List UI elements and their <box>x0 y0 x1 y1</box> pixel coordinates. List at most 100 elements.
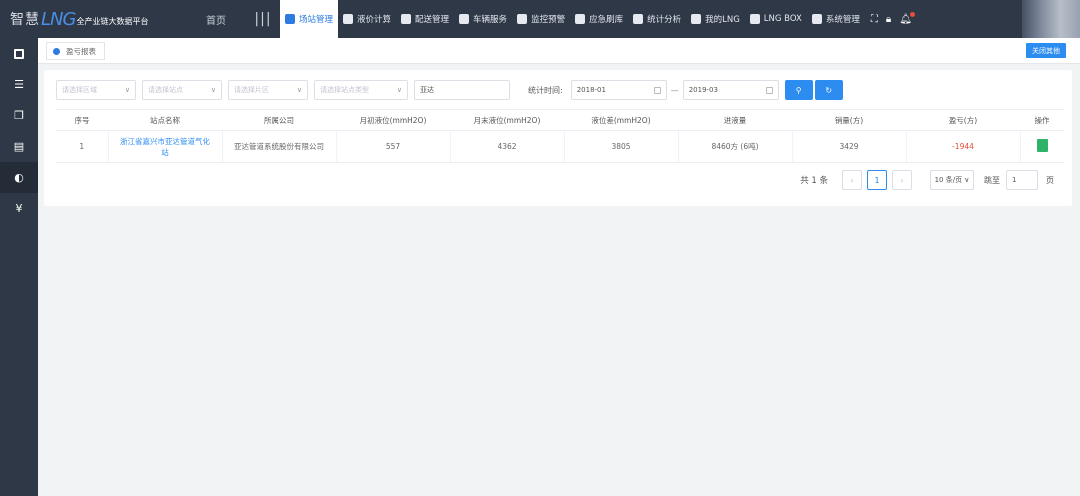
chevron-down-icon: ∨ <box>210 86 216 94</box>
active-dot-icon <box>53 47 60 55</box>
keyword-input[interactable]: 亚达 <box>414 80 510 100</box>
col-header: 所属公司 <box>222 109 336 131</box>
box-icon <box>749 14 760 24</box>
page-1-button[interactable]: 1 <box>867 170 887 190</box>
col-header: 液位差(mmH2O) <box>564 109 678 131</box>
tab-profit-report[interactable]: 盈亏报表 <box>46 42 105 60</box>
search-button[interactable]: ⚲ <box>784 80 813 100</box>
station-type-select[interactable]: 请选择站点类型 ∨ <box>314 80 408 100</box>
station-select[interactable]: 请选择站点 ∨ <box>142 80 222 100</box>
layers-icon <box>285 14 295 24</box>
nav-item-monitoring[interactable]: 监控预警 <box>512 0 570 38</box>
cell-action <box>1020 130 1064 163</box>
bell-icon[interactable]: 🔔︎ <box>899 11 915 25</box>
nav-item-emergency[interactable]: 应急刷库 <box>570 0 628 38</box>
nav-item-lng-box[interactable]: LNG BOX <box>745 0 807 38</box>
date-from-picker[interactable]: 2018-01 <box>570 80 667 100</box>
monitor-icon <box>517 14 528 24</box>
nav-item-system[interactable]: 系统管理 <box>807 0 865 38</box>
tab-strip: 盈亏报表 关闭其他 <box>38 38 1080 64</box>
sidebar: ☰ ❐ ▤ ◐ ¥ <box>0 38 38 496</box>
nav-item-statistics[interactable]: 统计分析 <box>628 0 686 38</box>
square-icon <box>14 48 24 59</box>
user-avatar[interactable] <box>1022 0 1080 38</box>
chevron-down-icon: ∨ <box>296 86 302 94</box>
cell-company: 亚达管道系统股份有限公司 <box>222 130 337 163</box>
windows-icon <box>811 14 822 24</box>
list-icon: ☰ <box>14 78 24 91</box>
cell-start-level: 557 <box>336 130 451 163</box>
jump-label: 跳至 <box>984 175 1000 185</box>
copy-icon: ❐ <box>14 109 24 122</box>
calendar-icon <box>653 86 661 94</box>
cell-end-level: 4362 <box>450 130 565 163</box>
col-header: 进液量 <box>678 109 792 131</box>
nav-item-my-lng[interactable]: 我的LNG <box>686 0 745 38</box>
station-name-link[interactable]: 浙江省嘉兴市亚达管道气化站 <box>108 130 223 163</box>
sidebar-item-dashboard[interactable] <box>0 38 38 69</box>
fullscreen-icon[interactable]: ⛶ <box>871 14 878 25</box>
cell-index: 1 <box>56 130 109 163</box>
sidebar-item-copy[interactable]: ❐ <box>0 100 38 131</box>
top-navbar: 智慧 LNG 全产业链大数据平台 首页 ||| 场站管理 液价计算 配送管理 车… <box>0 0 1080 38</box>
user-icon <box>691 14 702 24</box>
date-to-picker[interactable]: 2019-03 <box>682 80 779 100</box>
notification-dot <box>909 11 915 17</box>
col-header: 站点名称 <box>108 109 222 131</box>
lock-icon[interactable]: 🔒︎ <box>886 14 891 25</box>
region-select[interactable]: 请选择区域 ∨ <box>56 80 136 100</box>
profit-report-table: 序号 站点名称 所属公司 月初液位(mmH2O) 月末液位(mmH2O) 液位差… <box>56 109 1064 163</box>
cell-profit: -1944 <box>906 130 1021 163</box>
cell-level-diff: 3805 <box>564 130 679 163</box>
table-header-row: 序号 站点名称 所属公司 月初液位(mmH2O) 月末液位(mmH2O) 液位差… <box>56 109 1064 131</box>
col-header: 月末液位(mmH2O) <box>450 109 564 131</box>
prev-page-button[interactable]: ‹ <box>842 170 862 190</box>
sidebar-item-document[interactable]: ▤ <box>0 131 38 162</box>
total-count: 共 1 条 <box>800 176 828 186</box>
yen-icon: ¥ <box>15 202 23 215</box>
close-others-button[interactable]: 关闭其他 <box>1026 43 1066 58</box>
nav-item-vehicle-service[interactable]: 车辆服务 <box>454 0 512 38</box>
next-page-button[interactable]: › <box>892 170 912 190</box>
page-suffix: 页 <box>1046 175 1054 185</box>
refresh-icon: ↻ <box>825 85 833 95</box>
col-header: 序号 <box>56 109 108 131</box>
stat-time-label: 统计时间: <box>528 85 563 95</box>
emergency-icon <box>575 14 586 24</box>
col-header: 盈亏(方) <box>906 109 1020 131</box>
cell-intake: 8460方 (6吨) <box>678 130 793 163</box>
detail-document-icon[interactable] <box>1036 138 1048 152</box>
jump-page-input[interactable]: 1 <box>1006 170 1038 190</box>
sidebar-item-list[interactable]: ☰ <box>0 69 38 100</box>
col-header: 操作 <box>1020 109 1064 131</box>
brand-subtitle: 全产业链大数据平台 <box>76 16 149 26</box>
chevron-down-icon: ∨ <box>396 86 402 94</box>
car-icon <box>459 14 470 24</box>
nav-item-price-calc[interactable]: 液价计算 <box>338 0 396 38</box>
brand-en: LNG <box>41 8 76 30</box>
nav-item-station-management[interactable]: 场站管理 <box>280 0 339 38</box>
chevron-down-icon: ∨ <box>124 86 130 94</box>
brand-cn: 智慧 <box>10 12 40 28</box>
sidebar-item-finance[interactable]: ¥ <box>0 193 38 224</box>
col-header: 销量(方) <box>792 109 906 131</box>
cell-sales: 3429 <box>792 130 907 163</box>
brand-logo[interactable]: 智慧 LNG 全产业链大数据平台 <box>0 0 186 38</box>
menu-toggle-icon[interactable]: ||| <box>246 11 280 27</box>
nav-item-delivery[interactable]: 配送管理 <box>396 0 454 38</box>
contrast-icon: ◐ <box>14 171 24 184</box>
date-separator: — <box>670 85 679 95</box>
pagination: 共 1 条 ‹ 1 › 10 条/页 ∨ 跳至 1 页 <box>800 170 1054 190</box>
nav-home[interactable]: 首页 <box>186 12 246 27</box>
main-nav: 场站管理 液价计算 配送管理 车辆服务 监控预警 应急刷库 统计分析 我的LNG… <box>280 0 865 38</box>
refresh-button[interactable]: ↻ <box>814 80 843 100</box>
top-icons: ⛶ 🔒︎ 🔔︎ <box>871 11 915 25</box>
calculator-icon <box>343 14 354 24</box>
search-icon: ⚲ <box>795 85 802 95</box>
sidebar-item-contrast[interactable]: ◐ <box>0 162 38 193</box>
truck-icon <box>401 14 412 24</box>
report-card: 请选择区域 ∨ 请选择站点 ∨ 请选择片区 ∨ 请选择站点类型 ∨ 亚达 统计时间: 2… <box>44 70 1072 206</box>
calendar-icon <box>765 86 773 94</box>
page-size-select[interactable]: 10 条/页 ∨ <box>930 170 974 190</box>
area-select[interactable]: 请选择片区 ∨ <box>228 80 308 100</box>
